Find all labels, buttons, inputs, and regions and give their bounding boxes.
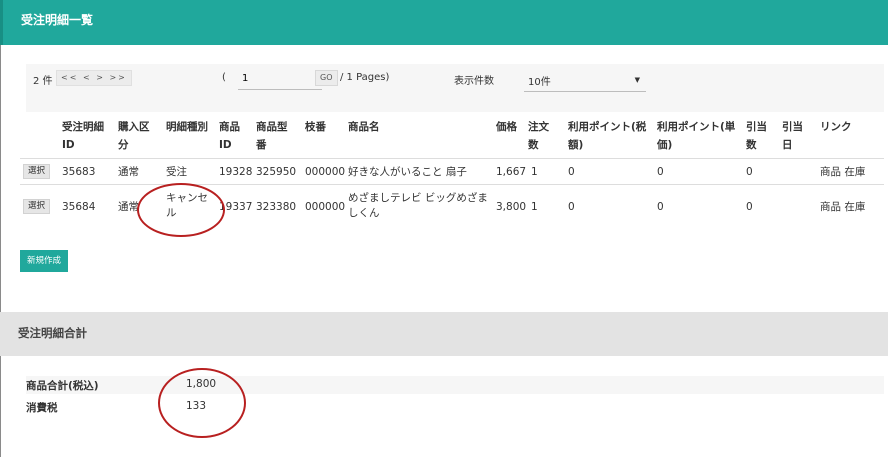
table-row: 選択 35683 通常 受注 19328 325950 000000 好きな人が… xyxy=(20,158,884,184)
pager-bar: 2 件 << < > >> ( GO / 1 Pages) 表示件数 10件 ▼ xyxy=(26,64,884,112)
per-page-value: 10件 xyxy=(528,77,551,88)
col-header-price: 価格 xyxy=(496,121,517,133)
detail-type: 受注 xyxy=(166,166,187,178)
per-page-select[interactable]: 10件 ▼ xyxy=(524,70,646,92)
model-number: 323380 xyxy=(256,201,297,213)
product-name: 好きな人がいること 扇子 xyxy=(348,166,467,178)
detail-id: 35683 xyxy=(62,166,96,178)
tax-label: 消費税 xyxy=(26,402,58,414)
point-tax: 0 xyxy=(568,166,575,178)
summary-row-tax: 消費税 133 xyxy=(26,398,884,416)
panel-header: 受注明細一覧 xyxy=(0,0,888,45)
col-header-product-id: 商品ID xyxy=(219,121,240,151)
detail-id: 35684 xyxy=(62,201,96,213)
col-header-detail-id: 受注明細ID xyxy=(62,121,104,151)
page-number-input[interactable] xyxy=(238,68,322,90)
col-header-point-unit: 利用ポイント(単価) xyxy=(657,121,736,151)
page-title: 受注明細一覧 xyxy=(21,13,94,27)
point-unit: 0 xyxy=(657,201,664,213)
branch-number: 000000 xyxy=(305,201,346,213)
per-page-label: 表示件数 xyxy=(454,76,494,87)
quantity: 1 xyxy=(531,201,538,213)
subtotal-value: 1,800 xyxy=(186,378,217,390)
model-number: 325950 xyxy=(256,166,297,178)
product-name: めざましテレビ ビッグめざましくん xyxy=(348,192,488,219)
pager-nav-buttons[interactable]: << < > >> xyxy=(56,70,132,86)
product-id: 19328 xyxy=(219,166,253,178)
col-header-model: 商品型番 xyxy=(256,121,288,151)
summary-header: 受注明細合計 xyxy=(0,312,888,356)
chevron-down-icon: ▼ xyxy=(634,76,640,84)
price: 1,667 xyxy=(496,166,527,178)
pages-text: / 1 Pages) xyxy=(340,72,390,83)
col-header-alloc: 引当数 xyxy=(746,121,767,151)
subtotal-label: 商品合計(税込) xyxy=(26,380,99,392)
alloc-count: 0 xyxy=(746,201,753,213)
purchase-type: 通常 xyxy=(118,166,139,178)
select-button[interactable]: 選択 xyxy=(23,164,51,179)
col-header-branch: 枝番 xyxy=(305,121,326,133)
point-tax: 0 xyxy=(568,201,575,213)
point-unit: 0 xyxy=(657,166,664,178)
col-header-alloc-date: 引当日 xyxy=(782,121,803,151)
select-button[interactable]: 選択 xyxy=(23,199,51,214)
quantity: 1 xyxy=(531,166,538,178)
price: 3,800 xyxy=(496,201,527,213)
pager-paren: ( xyxy=(222,72,226,83)
alloc-count: 0 xyxy=(746,166,753,178)
product-id: 19337 xyxy=(219,201,253,213)
purchase-type: 通常 xyxy=(118,201,139,213)
summary-row-subtotal: 商品合計(税込) 1,800 xyxy=(26,376,884,394)
summary-title: 受注明細合計 xyxy=(18,326,87,340)
total-count: 2 件 xyxy=(33,76,53,87)
col-header-link: リンク xyxy=(820,121,852,133)
product-stock-link[interactable]: 商品 在庫 xyxy=(820,200,865,215)
col-header-point-tax: 利用ポイント(税額) xyxy=(568,121,647,151)
left-border xyxy=(0,45,1,457)
col-header-detail-type: 明細種別 xyxy=(166,121,208,133)
col-header-qty: 注文数 xyxy=(528,121,549,151)
new-create-button[interactable]: 新規作成 xyxy=(20,250,69,272)
table-row: 選択 35684 通常 キャンセル 19337 323380 000000 めざ… xyxy=(20,184,884,228)
go-button[interactable]: GO xyxy=(315,70,338,86)
col-header-purchase-type: 購入区分 xyxy=(118,121,150,151)
detail-type: キャンセル xyxy=(166,192,208,219)
col-header-product-name: 商品名 xyxy=(348,121,380,133)
tax-value: 133 xyxy=(186,400,207,412)
product-stock-link[interactable]: 商品 在庫 xyxy=(820,165,865,180)
branch-number: 000000 xyxy=(305,166,346,178)
